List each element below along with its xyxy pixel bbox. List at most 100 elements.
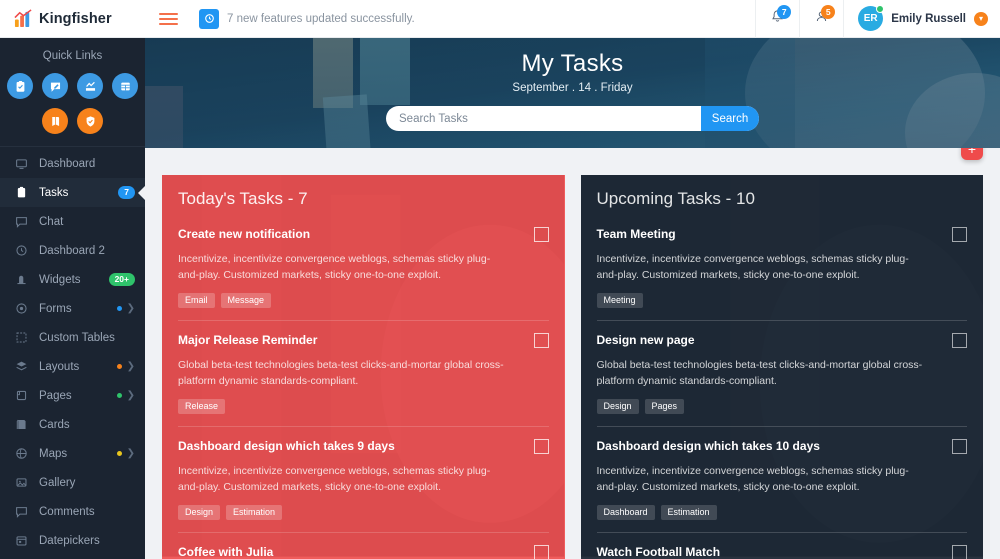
task-description: Incentivize, incentivize convergence web… [597, 251, 927, 283]
sidebar-item-custom-tables[interactable]: Custom Tables [0, 323, 145, 352]
clipboard-icon [14, 186, 28, 199]
chevron-right-icon[interactable]: ❯ [127, 362, 135, 372]
task-tag[interactable]: Dashboard [597, 505, 655, 520]
calendar-icon [14, 534, 28, 547]
task-checkbox[interactable] [952, 439, 967, 454]
sidebar-item-cards[interactable]: Cards [0, 410, 145, 439]
task-title: Dashboard design which takes 10 days [597, 439, 820, 453]
task-title: Create new notification [178, 227, 310, 241]
clipboard-check-icon [14, 80, 27, 93]
image-icon [14, 476, 28, 489]
sidebar-item-dashboard-2[interactable]: Dashboard 2 [0, 236, 145, 265]
search-input[interactable] [386, 106, 701, 131]
sidebar-item-tasks[interactable]: Tasks7 [0, 178, 145, 207]
sidebar-item-label: Pages [39, 390, 106, 402]
task-tag[interactable]: Email [178, 293, 215, 308]
task-list: Team MeetingIncentivize, incentivize con… [597, 227, 968, 559]
search-bar: Search [386, 106, 759, 131]
task-checkbox[interactable] [534, 227, 549, 242]
task-checkbox[interactable] [952, 545, 967, 559]
sidebar-item-pages[interactable]: Pages ❯ [0, 381, 145, 410]
task-header: Coffee with Julia [178, 545, 549, 559]
page-title: My Tasks [522, 50, 624, 78]
task-tag[interactable]: Release [178, 399, 225, 414]
user-menu[interactable]: ER Emily Russell ▾ [843, 0, 1000, 38]
chart-line-icon [84, 80, 97, 93]
task-title: Watch Football Match [597, 545, 721, 559]
sidebar-menu: DashboardTasks7ChatDashboard 2Widgets20+… [0, 147, 145, 559]
task-checkbox[interactable] [534, 333, 549, 348]
quick-links-section: Quick Links [0, 38, 145, 147]
sidebar-item-forms[interactable]: Forms❯ [0, 294, 145, 323]
task-tag[interactable]: Design [178, 505, 220, 520]
notification-text: 7 new features updated successfully. [227, 13, 415, 25]
quick-link-book[interactable] [42, 108, 68, 134]
quick-link-chat-edit[interactable] [42, 73, 68, 99]
task-tag[interactable]: Estimation [661, 505, 717, 520]
task-checkbox[interactable] [534, 545, 549, 559]
add-task-button[interactable]: + [961, 148, 983, 160]
sidebar-item-status-dot [117, 451, 122, 456]
task-checkbox[interactable] [952, 333, 967, 348]
clock-icon [14, 244, 28, 257]
task-title: Major Release Reminder [178, 333, 317, 347]
task-item[interactable]: Watch Football MatchIncentivize, incenti… [597, 533, 968, 559]
sidebar-item-datepickers[interactable]: Datepickers [0, 526, 145, 555]
sidebar: Quick Links [0, 38, 145, 559]
task-title: Coffee with Julia [178, 545, 273, 559]
card-icon [14, 418, 28, 431]
chevron-right-icon[interactable]: ❯ [127, 304, 135, 314]
page-icon [14, 389, 28, 402]
task-checkbox[interactable] [952, 227, 967, 242]
chevron-right-icon[interactable]: ❯ [127, 449, 135, 459]
task-description: Incentivize, incentivize convergence web… [178, 463, 508, 495]
task-tag[interactable]: Meeting [597, 293, 643, 308]
search-button[interactable]: Search [701, 106, 759, 131]
layers-icon [14, 360, 28, 373]
task-description: Incentivize, incentivize convergence web… [597, 463, 927, 495]
chevron-right-icon[interactable]: ❯ [127, 391, 135, 401]
sidebar-item-label: Comments [39, 506, 124, 518]
sidebar-item-chat[interactable]: Chat [0, 207, 145, 236]
sidebar-item-dashboard[interactable]: Dashboard [0, 149, 145, 178]
sidebar-item-maps[interactable]: Maps❯ [0, 439, 145, 468]
task-item[interactable]: Major Release Reminder Global beta-test t… [178, 321, 549, 427]
messages-button[interactable]: 5 [799, 0, 843, 38]
sidebar-item-label: Custom Tables [39, 332, 124, 344]
task-tag[interactable]: Message [221, 293, 272, 308]
brand-logo[interactable]: Kingfisher [0, 0, 145, 38]
task-tags: Dashboard Estimation [597, 505, 968, 520]
notifications-button[interactable]: 7 [755, 0, 799, 38]
avatar-initials: ER [864, 13, 878, 24]
task-tag[interactable]: Design [597, 399, 639, 414]
quick-link-grid-table[interactable] [112, 73, 138, 99]
task-item[interactable]: Team MeetingIncentivize, incentivize con… [597, 227, 968, 321]
task-item[interactable]: Design new pageGlobal beta-test technolo… [597, 321, 968, 427]
task-tag[interactable]: Estimation [226, 505, 282, 520]
quick-link-shield-check[interactable] [77, 108, 103, 134]
task-description: Global beta-test technologies beta-test … [178, 357, 508, 389]
quick-link-clipboard-check[interactable] [7, 73, 33, 99]
sidebar-item-gallery[interactable]: Gallery [0, 468, 145, 497]
sidebar-item-label: Tasks [39, 187, 107, 199]
task-tags: Design Estimation [178, 505, 549, 520]
sidebar-item-layouts[interactable]: Layouts❯ [0, 352, 145, 381]
sidebar-item-widgets[interactable]: Widgets20+ [0, 265, 145, 294]
task-checkbox[interactable] [534, 439, 549, 454]
task-item[interactable]: Dashboard design which takes 9 days Incen… [178, 427, 549, 533]
quick-link-chart-line[interactable] [77, 73, 103, 99]
globe-icon [14, 447, 28, 460]
sidebar-item-graphs[interactable]: Graphs❯ [0, 555, 145, 559]
task-item[interactable]: Coffee with JuliaIncentivize, incentiviz… [178, 533, 549, 559]
task-item[interactable]: Dashboard design which takes 10 days Ince… [597, 427, 968, 533]
shield-check-icon [84, 115, 97, 128]
topbar-actions: 7 5 ER Emily Russell ▾ [755, 0, 1000, 38]
hamburger-icon[interactable] [151, 13, 185, 25]
task-title: Dashboard design which takes 9 days [178, 439, 395, 453]
task-tag[interactable]: Pages [645, 399, 685, 414]
chevron-down-icon[interactable]: ▾ [974, 12, 988, 26]
sidebar-item-comments[interactable]: Comments [0, 497, 145, 526]
sidebar-item-meta: ❯ [117, 449, 135, 459]
task-item[interactable]: Create new notificationIncentivize, ince… [178, 227, 549, 321]
comment-icon [14, 505, 28, 518]
